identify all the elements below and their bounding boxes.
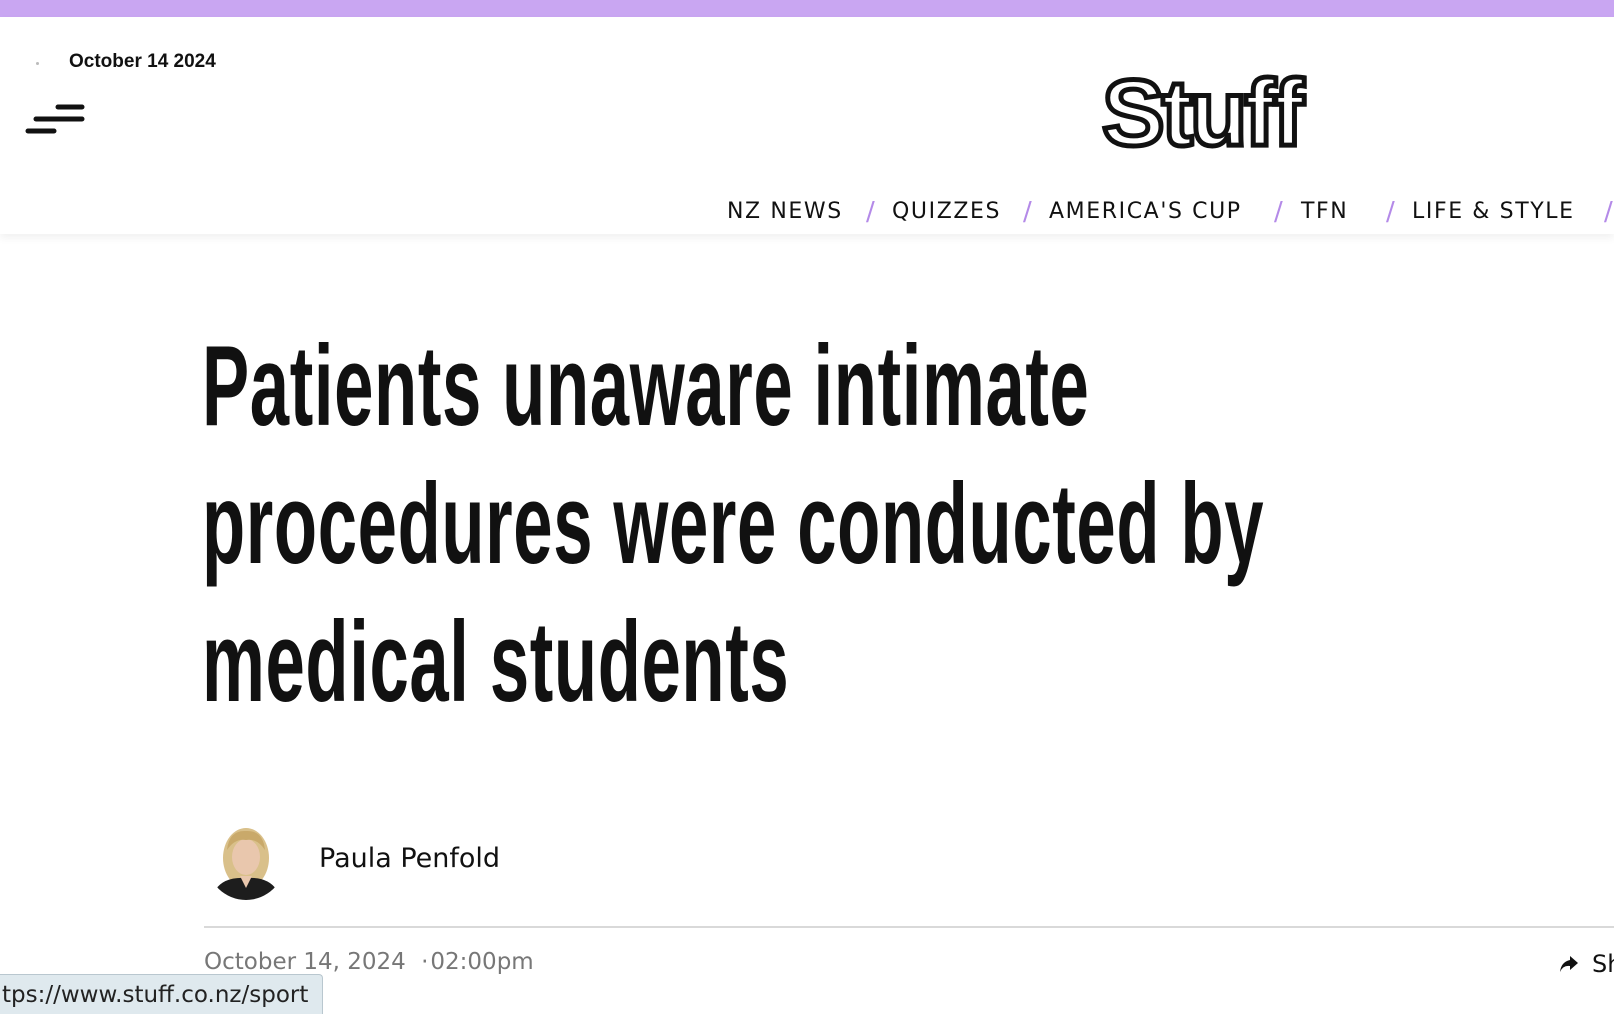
author-avatar[interactable]: [207, 822, 285, 900]
nav-separator: /: [866, 197, 877, 227]
nav-item-nz-news[interactable]: NZ NEWS: [727, 187, 843, 237]
stuff-logo[interactable]: Stuff: [1098, 57, 1338, 168]
header-date: October 14 2024: [69, 51, 216, 72]
share-label: Sh: [1592, 950, 1614, 978]
byline-divider: [204, 926, 1614, 928]
nav-separator: /: [1386, 197, 1397, 227]
nav-separator: /: [1023, 197, 1034, 227]
publish-date-text: October 14, 2024: [204, 949, 406, 975]
status-bar-url: tps://www.stuff.co.nz/sport: [0, 974, 324, 1014]
site-header: October 14 2024 Stuff NZ NEWS / QUIZZES …: [0, 17, 1614, 234]
headline-line: procedures were conducted by: [202, 461, 1265, 588]
nav-separator: /: [1274, 197, 1285, 227]
menu-button[interactable]: [24, 101, 86, 141]
hamburger-menu-icon: [25, 104, 85, 134]
nav-item-life-style[interactable]: LIFE & STYLE: [1412, 187, 1575, 237]
publish-date: October 14, 2024 ·02:00pm: [204, 949, 534, 975]
date-dot: [36, 62, 39, 65]
nav-separator: /: [1604, 197, 1614, 227]
share-button[interactable]: Sh: [1558, 948, 1614, 980]
time-separator: ·: [421, 949, 429, 975]
headline-line: medical students: [202, 599, 790, 726]
accent-top-bar: [0, 0, 1614, 17]
nav-item-tfn[interactable]: TFN: [1301, 187, 1348, 237]
article-headline: Patients unaware intimate procedures wer…: [202, 318, 1597, 732]
logo-text: Stuff: [1102, 60, 1305, 157]
nav-item-americas-cup[interactable]: AMERICA'S CUP: [1049, 187, 1242, 237]
main-nav: NZ NEWS / QUIZZES / AMERICA'S CUP / TFN …: [0, 187, 1614, 237]
publish-time: 02:00pm: [430, 949, 534, 975]
headline-line: Patients unaware intimate: [202, 323, 1090, 450]
nav-item-quizzes[interactable]: QUIZZES: [892, 187, 1001, 237]
share-arrow-icon: [1560, 956, 1578, 972]
author-name[interactable]: Paula Penfold: [319, 843, 500, 874]
